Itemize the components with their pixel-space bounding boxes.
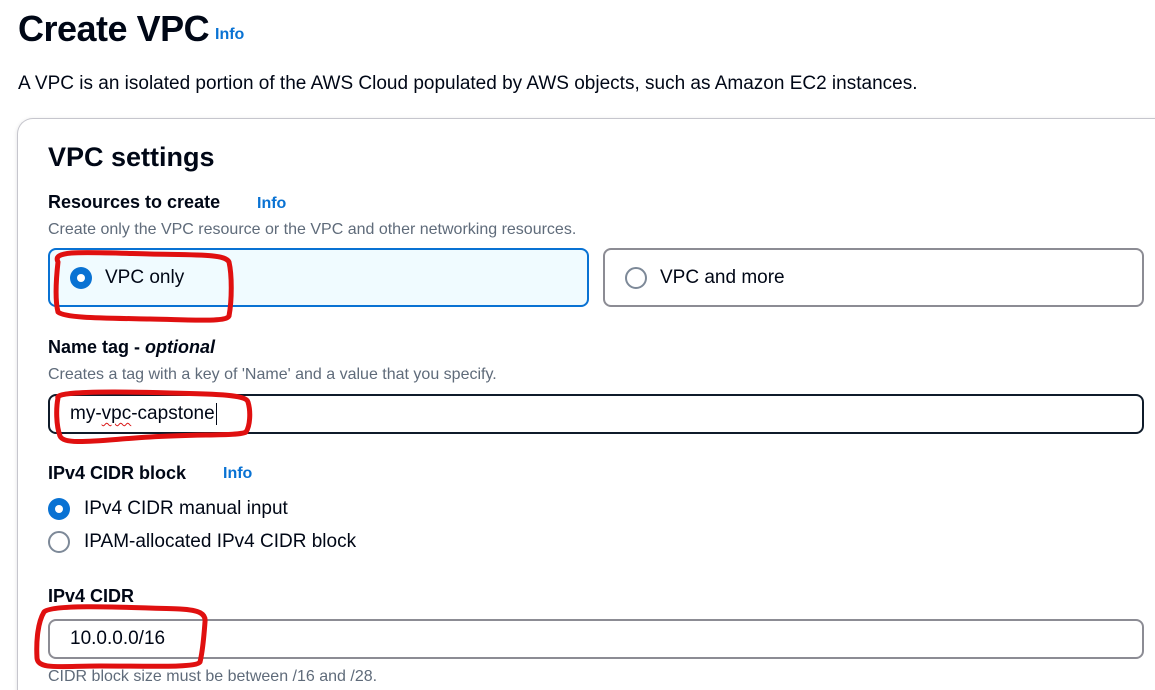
ipv4-cidr-block-label: IPv4 CIDR block bbox=[48, 463, 187, 483]
resources-hint: Create only the VPC resource or the VPC … bbox=[48, 221, 577, 238]
name-tag-value: my-vpc-capstone bbox=[70, 403, 215, 424]
name-tag-label: Name tag - optional bbox=[48, 337, 216, 357]
vpc-only-tile[interactable]: VPC only bbox=[48, 248, 589, 307]
radio-selected-icon[interactable] bbox=[48, 498, 70, 520]
ipv4-cidr-input[interactable]: 10.0.0.0/16 bbox=[48, 619, 1144, 659]
vpc-settings-title: VPC settings bbox=[48, 142, 215, 172]
ipv4-manual-input-label: IPv4 CIDR manual input bbox=[84, 498, 288, 519]
optional-marker: optional bbox=[145, 337, 216, 357]
ipam-allocated-option[interactable]: IPAM-allocated IPv4 CIDR block bbox=[48, 531, 356, 553]
resources-to-create-label: Resources to create bbox=[48, 192, 221, 212]
ipam-allocated-label: IPAM-allocated IPv4 CIDR block bbox=[84, 531, 357, 552]
text-caret bbox=[215, 403, 218, 425]
page-title: Create VPC bbox=[18, 8, 210, 49]
name-tag-hint: Creates a tag with a key of 'Name' and a… bbox=[48, 366, 497, 383]
spellcheck-word: vpc bbox=[101, 403, 132, 424]
page-info-link[interactable]: Info bbox=[215, 26, 244, 44]
ipv4-cidr-value: 10.0.0.0/16 bbox=[70, 628, 166, 649]
resources-info-link[interactable]: Info bbox=[257, 195, 286, 213]
vpc-and-more-tile[interactable]: VPC and more bbox=[603, 248, 1144, 307]
ipv4-manual-input-option[interactable]: IPv4 CIDR manual input bbox=[48, 498, 288, 520]
vpc-and-more-label: VPC and more bbox=[660, 266, 785, 288]
radio-selected-icon[interactable] bbox=[70, 266, 92, 289]
page-description: A VPC is an isolated portion of the AWS … bbox=[18, 73, 918, 94]
name-tag-input[interactable]: my-vpc-capstone bbox=[48, 394, 1144, 434]
radio-unselected-icon[interactable] bbox=[625, 266, 647, 289]
ipv4-cidr-hint: CIDR block size must be between /16 and … bbox=[48, 668, 378, 685]
ipv4-cidr-label: IPv4 CIDR bbox=[48, 586, 135, 606]
radio-unselected-icon[interactable] bbox=[48, 531, 70, 553]
ipv4-cidr-block-info-link[interactable]: Info bbox=[223, 465, 252, 483]
vpc-only-label: VPC only bbox=[105, 266, 185, 288]
